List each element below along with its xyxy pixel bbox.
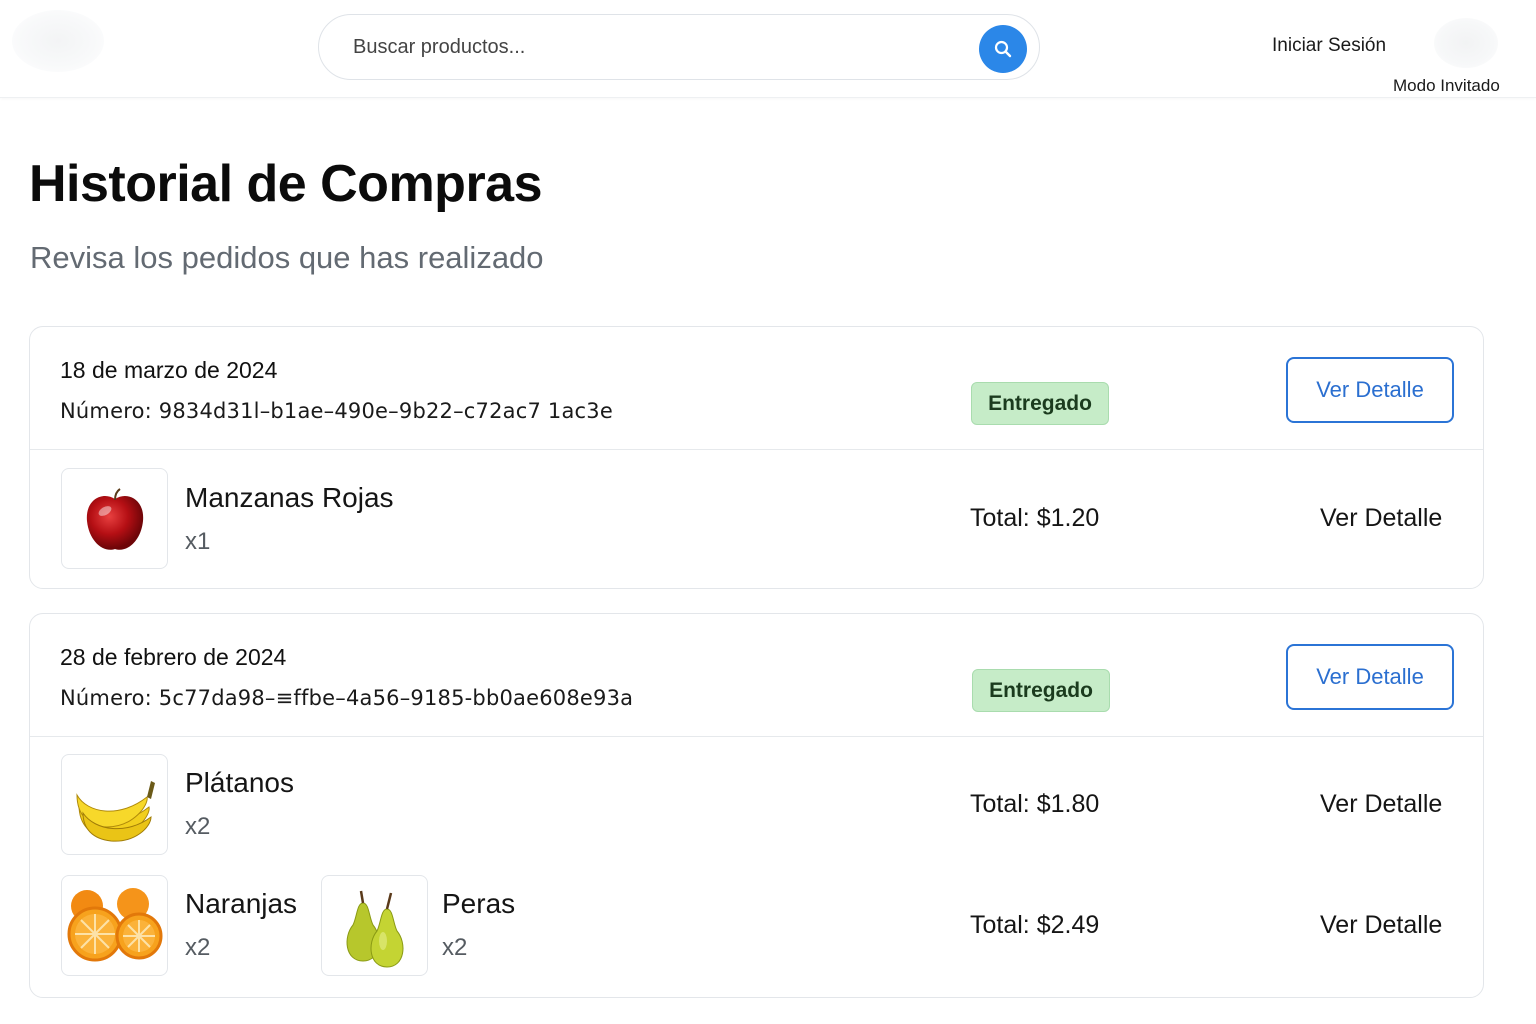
page-title: Historial de Compras	[29, 155, 543, 213]
red-apple-icon	[86, 487, 143, 550]
row-total: Total: $1.20	[970, 504, 1100, 532]
top-header: Iniciar Sesión	[0, 0, 1536, 98]
order-header: 18 de marzo de 2024 Número: 9834d31l–b1a…	[30, 327, 1483, 450]
avatar[interactable]	[1434, 18, 1498, 68]
product-name: Peras	[442, 888, 516, 919]
order-date: 18 de marzo de 2024	[60, 357, 278, 383]
row-total: Total: $2.49	[970, 911, 1100, 939]
view-detail-link[interactable]: Ver Detalle	[1320, 790, 1442, 819]
row-total: Total: $1.80	[970, 790, 1100, 818]
oranges-icon	[67, 887, 162, 961]
search-input[interactable]	[353, 29, 953, 65]
view-detail-link[interactable]: Ver Detalle	[1320, 504, 1442, 533]
order-number: Número: 5c77da98–≡ffbe–4a56–9185-bb0ae60…	[60, 686, 634, 710]
order-item-row: Manzanas Rojas x1 Total: $1.20 Ver Detal…	[30, 450, 1483, 588]
order-card: 28 de febrero de 2024 Número: 5c77da98–≡…	[29, 613, 1484, 998]
product-quantity: x2	[442, 934, 468, 961]
logo[interactable]	[12, 10, 104, 72]
order-item-row: Naranjas x2 Peras x2 Total: $2.49 Ver De…	[30, 858, 1483, 979]
bananas-icon	[75, 780, 155, 842]
search-button[interactable]	[979, 25, 1027, 73]
product-thumbnail[interactable]	[61, 754, 168, 855]
page-subtitle: Revisa los pedidos que has realizado	[30, 240, 544, 275]
status-badge: Entregado	[972, 669, 1110, 712]
status-badge: Entregado	[971, 382, 1109, 425]
pears-icon	[346, 890, 403, 968]
order-header: 28 de febrero de 2024 Número: 5c77da98–≡…	[30, 614, 1483, 737]
product-quantity: x1	[185, 528, 211, 555]
view-detail-button[interactable]: Ver Detalle	[1286, 644, 1454, 710]
order-date: 28 de febrero de 2024	[60, 644, 287, 670]
guest-mode-label: Modo Invitado	[1393, 76, 1500, 95]
product-thumbnail[interactable]	[61, 875, 168, 976]
view-detail-link[interactable]: Ver Detalle	[1320, 911, 1442, 940]
product-quantity: x2	[185, 934, 211, 961]
order-card: 18 de marzo de 2024 Número: 9834d31l–b1a…	[29, 326, 1484, 589]
search-icon	[994, 40, 1012, 58]
product-name: Naranjas	[185, 888, 298, 919]
product-name: Manzanas Rojas	[185, 482, 394, 513]
product-thumbnail[interactable]	[321, 875, 428, 976]
product-quantity: x2	[185, 813, 211, 840]
order-item-row: Plátanos x2 Total: $1.80 Ver Detalle	[30, 737, 1483, 858]
order-number: Número: 9834d31l–b1ae–490e–9b22–c72ac7 1…	[60, 399, 613, 423]
search-bar	[318, 14, 1040, 80]
product-name: Plátanos	[185, 767, 294, 798]
login-link[interactable]: Iniciar Sesión	[1272, 35, 1386, 57]
product-thumbnail[interactable]	[61, 468, 168, 569]
view-detail-button[interactable]: Ver Detalle	[1286, 357, 1454, 423]
